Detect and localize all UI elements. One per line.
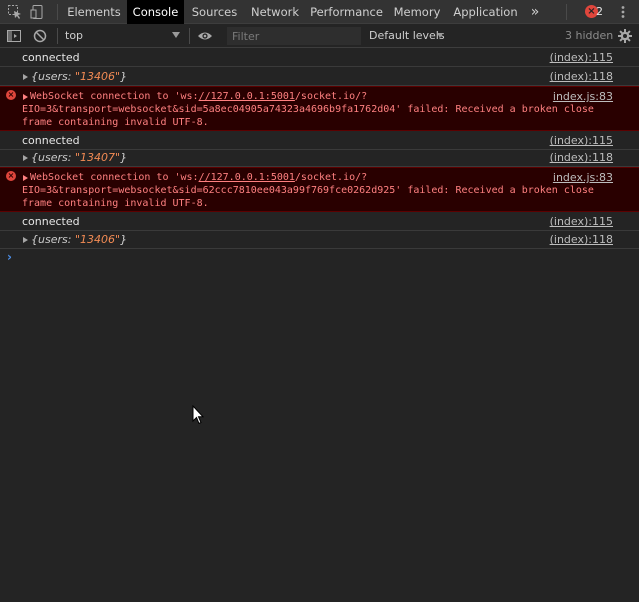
console-prompt-icon[interactable]: › (7, 250, 12, 264)
object-key: users (38, 70, 68, 83)
error-count[interactable]: 2 (596, 0, 603, 24)
gear-icon[interactable] (617, 28, 633, 44)
tab-performance[interactable]: Performance (309, 0, 384, 24)
log-levels-dropdown[interactable]: Default levels (369, 24, 445, 48)
chevron-down-icon[interactable] (172, 32, 180, 38)
chevron-down-icon[interactable] (437, 33, 443, 38)
console-toolbar: top Default levels 3 hidden (0, 24, 639, 48)
expand-triangle-icon[interactable] (23, 237, 28, 243)
filter-input[interactable] (227, 27, 361, 45)
console-message: {users: "13406"} (index):118 (0, 67, 639, 86)
clear-console-icon[interactable] (32, 28, 48, 44)
context-selector[interactable]: top (65, 24, 83, 48)
source-link[interactable]: (index):115 (550, 51, 613, 64)
tabbar-separator (566, 4, 567, 20)
tab-elements[interactable]: Elements (63, 0, 125, 24)
object-preview[interactable]: {users: "13406"} (31, 233, 127, 246)
console-message: connected (index):115 (0, 48, 639, 67)
error-text: WebSocket connection to 'ws://127.0.0.1:… (22, 172, 594, 209)
eye-icon[interactable] (197, 28, 213, 44)
device-toolbar-icon[interactable] (30, 4, 46, 20)
source-link[interactable]: index.js:83 (553, 90, 613, 103)
expand-triangle-icon[interactable] (23, 155, 28, 161)
source-link[interactable]: (index):118 (550, 151, 613, 164)
object-value: "13406" (74, 233, 121, 246)
toolbar-separator (189, 28, 190, 44)
object-value: "13407" (74, 151, 121, 164)
tab-console[interactable]: Console (127, 0, 184, 24)
inspect-element-icon[interactable] (7, 4, 23, 20)
error-icon: × (6, 171, 16, 181)
log-text: connected (22, 51, 80, 64)
object-preview[interactable]: {users: "13407"} (31, 151, 127, 164)
log-text: connected (22, 215, 80, 228)
object-key: users (38, 233, 68, 246)
source-link[interactable]: index.js:83 (553, 171, 613, 184)
error-icon: × (6, 90, 16, 100)
expand-triangle-icon[interactable] (23, 74, 28, 80)
tab-sources[interactable]: Sources (187, 0, 242, 24)
source-link[interactable]: (index):118 (550, 70, 613, 83)
console-message: {users: "13406"} (index):118 (0, 230, 639, 249)
error-text: WebSocket connection to 'ws://127.0.0.1:… (22, 91, 594, 128)
devtools-tab-bar: Elements Console Sources Network Perform… (0, 0, 639, 24)
source-link[interactable]: (index):115 (550, 215, 613, 228)
console-message: {users: "13407"} (index):118 (0, 148, 639, 167)
error-url-link[interactable]: //127.0.0.1:5001 (199, 172, 295, 183)
hidden-count: 3 hidden (565, 29, 614, 42)
tabbar-separator (57, 4, 58, 20)
error-url-link[interactable]: //127.0.0.1:5001 (199, 91, 295, 102)
console-message: connected (index):115 (0, 212, 639, 231)
tab-memory[interactable]: Memory (390, 0, 444, 24)
sidebar-toggle-icon[interactable] (6, 28, 22, 44)
mouse-pointer-icon (192, 404, 205, 428)
tab-application[interactable]: Application (450, 0, 521, 24)
object-value: "13406" (74, 70, 121, 83)
error-message: × WebSocket connection to 'ws://127.0.0.… (0, 86, 639, 131)
source-link[interactable]: (index):115 (550, 134, 613, 147)
log-text: connected (22, 134, 80, 147)
object-key: users (38, 151, 68, 164)
source-link[interactable]: (index):118 (550, 233, 613, 246)
tab-network[interactable]: Network (246, 0, 304, 24)
more-options-icon[interactable] (615, 4, 631, 20)
object-preview[interactable]: {users: "13406"} (31, 70, 127, 83)
error-message: × WebSocket connection to 'ws://127.0.0.… (0, 167, 639, 212)
toolbar-separator (57, 28, 58, 44)
more-tabs-button[interactable]: » (526, 0, 544, 24)
